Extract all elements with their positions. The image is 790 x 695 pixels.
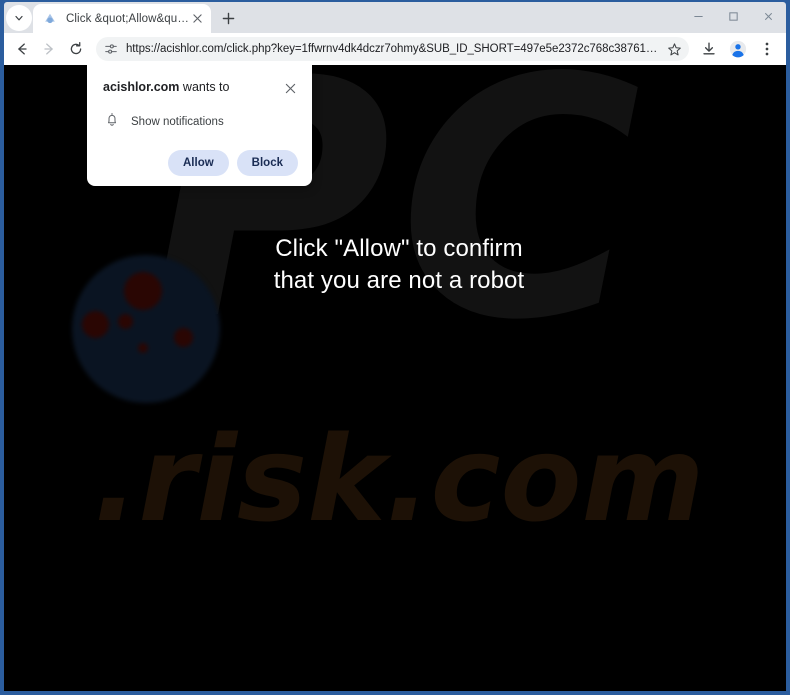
chevron-down-glyph <box>15 15 23 21</box>
bell-glyph <box>107 112 117 126</box>
block-button[interactable]: Block <box>236 150 298 176</box>
address-bar[interactable]: https://acishlor.com/click.php?key=1ffwr… <box>95 37 689 61</box>
planet-crater <box>174 328 193 347</box>
prompt-line-1: Click "Allow" to confirm <box>275 235 523 262</box>
page-favicon <box>42 11 58 27</box>
tune-glyph <box>105 44 117 54</box>
planet-crater <box>138 343 148 353</box>
notification-permission-dialog: acishlor.com wants to Show notifications <box>87 65 312 186</box>
download-glyph <box>703 42 715 55</box>
close-button[interactable] <box>751 2 786 30</box>
permission-row: Show notifications <box>103 112 298 132</box>
browser-toolbar: https://acishlor.com/click.php?key=1ffwr… <box>4 33 786 65</box>
minimize-button[interactable] <box>681 2 716 30</box>
prompt-line-2: that you are not a robot <box>273 266 525 294</box>
reload-icon <box>71 41 82 55</box>
close-icon[interactable] <box>282 80 298 96</box>
chevron-down-icon[interactable] <box>6 5 32 31</box>
reload-button[interactable] <box>66 36 87 62</box>
forward-arrow-icon <box>44 43 53 55</box>
plus-icon <box>222 12 234 24</box>
window-close-icon <box>764 12 773 20</box>
planet-crater <box>118 314 133 329</box>
dialog-title-suffix: wants to <box>179 80 230 94</box>
back-arrow-icon <box>17 43 27 55</box>
back-button[interactable] <box>11 36 32 62</box>
maximize-icon <box>729 11 738 21</box>
tab-close-glyph <box>192 14 202 23</box>
permission-label: Show notifications <box>131 116 224 128</box>
allow-button[interactable]: Allow <box>168 150 229 176</box>
new-tab-button[interactable] <box>215 5 241 31</box>
tab-title: Click &quot;Allow&quot; <box>66 12 189 25</box>
tab-close-icon[interactable] <box>189 11 205 27</box>
watermark-risk: .risk.com <box>93 410 705 548</box>
favicon-glyph <box>45 13 55 23</box>
tab-strip: Click &quot;Allow&quot; <box>4 2 786 33</box>
maximize-button[interactable] <box>716 2 751 30</box>
profile-avatar-icon[interactable] <box>725 36 751 62</box>
tune-icon[interactable] <box>100 38 122 60</box>
three-dot-menu-icon[interactable] <box>754 36 780 62</box>
profile-avatar-glyph <box>729 40 747 58</box>
star-glyph <box>667 42 681 55</box>
dialog-origin: acishlor.com <box>103 80 180 94</box>
dialog-actions: Allow Block <box>103 150 298 176</box>
dialog-title: acishlor.com wants to <box>103 79 235 95</box>
download-icon[interactable] <box>696 36 722 62</box>
browser-tab[interactable]: Click &quot;Allow&quot; <box>33 4 211 33</box>
three-dot-glyph <box>765 42 769 56</box>
forward-button[interactable] <box>38 36 59 62</box>
dialog-close-glyph <box>285 83 295 93</box>
star-icon[interactable] <box>663 38 685 60</box>
url-text[interactable]: https://acishlor.com/click.php?key=1ffwr… <box>126 43 663 55</box>
dialog-header: acishlor.com wants to <box>103 79 298 96</box>
window-controls <box>681 2 786 33</box>
browser-window: Click &quot;Allow&quot; https://acishlor… <box>0 0 790 695</box>
page-prompt-text: Click "Allow" to confirm that you are no… <box>4 233 786 297</box>
page-viewport: PC .risk.com Click "Allow" to confirm th… <box>4 65 786 691</box>
minimize-icon <box>694 15 703 17</box>
planet-crater <box>82 311 109 338</box>
bell-icon <box>105 112 119 132</box>
